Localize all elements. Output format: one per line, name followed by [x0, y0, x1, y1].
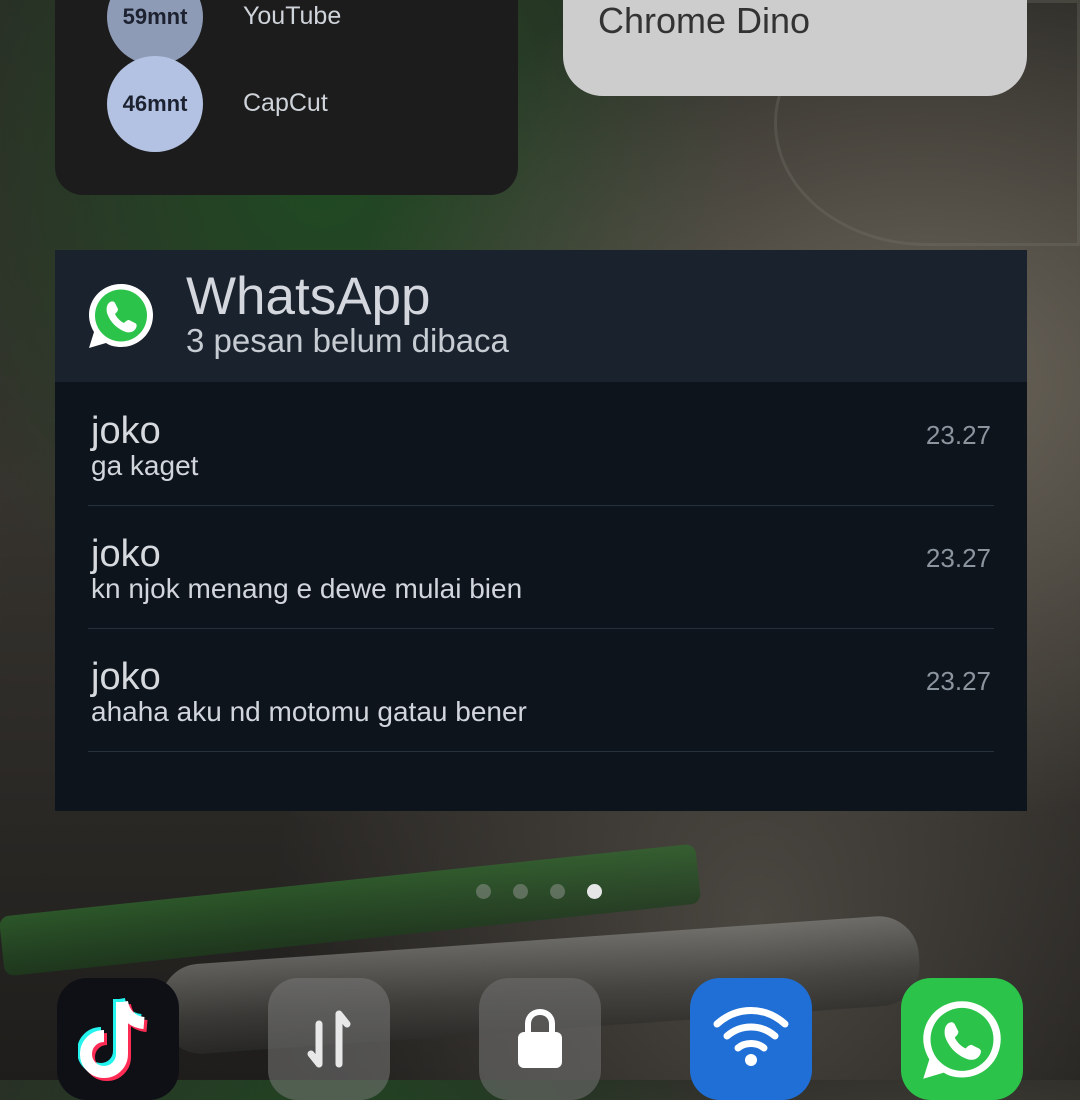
whatsapp-widget-title: WhatsApp — [186, 267, 431, 326]
message-item[interactable]: joko ga kaget 23.27 — [88, 382, 994, 506]
page-dot[interactable] — [476, 884, 491, 899]
message-text: ahaha aku nd motomu gatau bener — [91, 696, 527, 727]
message-time: 23.27 — [925, 420, 991, 450]
whatsapp-app-icon[interactable] — [901, 978, 1023, 1100]
mobile-data-toggle[interactable] — [268, 978, 390, 1100]
wifi-toggle[interactable] — [690, 978, 812, 1100]
chrome-dino-widget[interactable]: Chrome Dino — [563, 0, 1027, 96]
message-item[interactable]: joko kn njok menang e dewe mulai bien 23… — [88, 505, 994, 629]
usage-row-capcut: 46mnt CapCut — [55, 56, 518, 152]
usage-app-name: CapCut — [243, 89, 328, 117]
whatsapp-unread-count: 3 pesan belum dibaca — [186, 322, 509, 359]
tiktok-app-icon[interactable] — [57, 978, 179, 1100]
wallpaper-decoration — [0, 843, 702, 977]
message-sender: joko — [91, 410, 161, 452]
whatsapp-widget-header[interactable]: WhatsApp 3 pesan belum dibaca — [55, 250, 1027, 382]
usage-app-name: YouTube — [243, 2, 342, 30]
wifi-icon — [713, 1007, 789, 1066]
message-text: kn njok menang e dewe mulai bien — [91, 573, 523, 604]
message-item[interactable]: joko ahaha aku nd motomu gatau bener 23.… — [88, 628, 994, 752]
lock-icon — [518, 1008, 562, 1068]
message-sender: joko — [91, 656, 161, 698]
screen-time-widget[interactable]: 59mnt YouTube 46mnt CapCut — [55, 0, 518, 195]
page-dot[interactable] — [513, 884, 528, 899]
mobile-data-icon — [307, 1010, 351, 1068]
screen-lock-button[interactable] — [479, 978, 601, 1100]
whatsapp-icon — [923, 1001, 1001, 1079]
message-time: 23.27 — [925, 543, 991, 573]
message-time: 23.27 — [925, 666, 991, 696]
message-text: ga kaget — [91, 450, 199, 481]
tiktok-icon — [78, 997, 148, 1082]
usage-time-badge: 46mnt — [107, 56, 203, 152]
whatsapp-widget[interactable]: WhatsApp 3 pesan belum dibaca joko ga ka… — [55, 250, 1027, 811]
page-dot[interactable] — [550, 884, 565, 899]
whatsapp-icon — [89, 284, 153, 348]
message-sender: joko — [91, 533, 161, 575]
dino-widget-label: Chrome Dino — [598, 0, 811, 41]
page-indicator — [476, 884, 602, 899]
page-dot-active[interactable] — [587, 884, 602, 899]
